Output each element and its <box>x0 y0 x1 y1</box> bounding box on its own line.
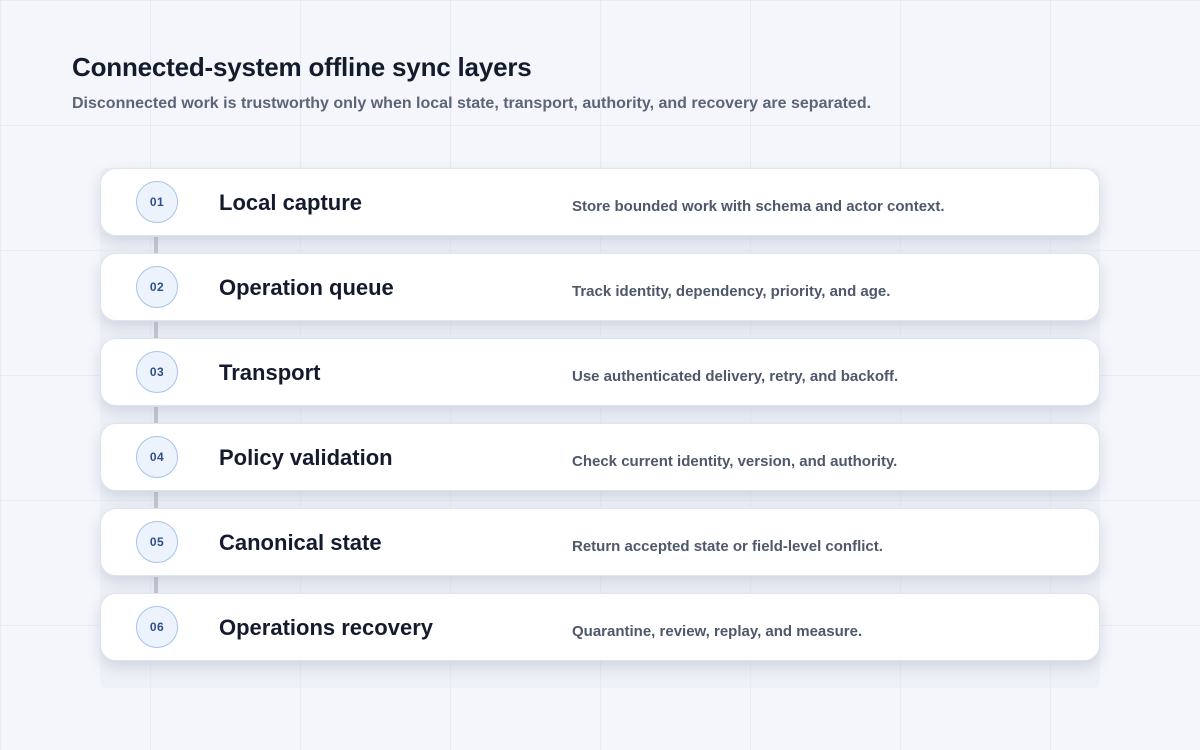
layer-card-transport: 03 Transport Use authenticated delivery,… <box>100 338 1100 406</box>
layer-name: Transport <box>219 360 321 385</box>
layer-description: Check current identity, version, and aut… <box>572 453 898 470</box>
step-number-badge: 06 <box>136 606 178 648</box>
step-number-badge: 01 <box>136 181 178 223</box>
layer-description: Return accepted state or field-level con… <box>572 538 883 555</box>
step-number-badge: 04 <box>136 436 178 478</box>
layer-description: Quarantine, review, replay, and measure. <box>572 623 863 640</box>
page-subtitle: Disconnected work is trustworthy only wh… <box>72 95 872 112</box>
connector-03-04 <box>154 407 158 423</box>
connector-02-03 <box>154 322 158 338</box>
layer-description: Use authenticated delivery, retry, and b… <box>572 368 899 385</box>
connector-04-05 <box>154 492 158 508</box>
layer-card-canonical-state: 05 Canonical state Return accepted state… <box>100 508 1100 576</box>
layer-description: Track identity, dependency, priority, an… <box>572 283 891 300</box>
layer-name: Local capture <box>219 190 363 215</box>
layer-card-policy-validation: 04 Policy validation Check current ident… <box>100 423 1100 491</box>
step-number-badge: 03 <box>136 351 178 393</box>
layer-description: Store bounded work with schema and actor… <box>572 198 945 215</box>
layer-name: Canonical state <box>219 530 382 555</box>
connector-01-02 <box>154 237 158 253</box>
layer-name: Operations recovery <box>219 615 433 640</box>
layer-name: Policy validation <box>219 445 393 470</box>
step-number-badge: 02 <box>136 266 178 308</box>
layer-card-operations-recovery: 06 Operations recovery Quarantine, revie… <box>100 593 1100 661</box>
layer-card-local-capture: 01 Local capture Store bounded work with… <box>100 168 1100 236</box>
page-title: Connected-system offline sync layers <box>72 52 532 82</box>
step-number-badge: 05 <box>136 521 178 563</box>
layer-name: Operation queue <box>219 275 394 300</box>
layer-card-operation-queue: 02 Operation queue Track identity, depen… <box>100 253 1100 321</box>
connector-05-06 <box>154 577 158 593</box>
